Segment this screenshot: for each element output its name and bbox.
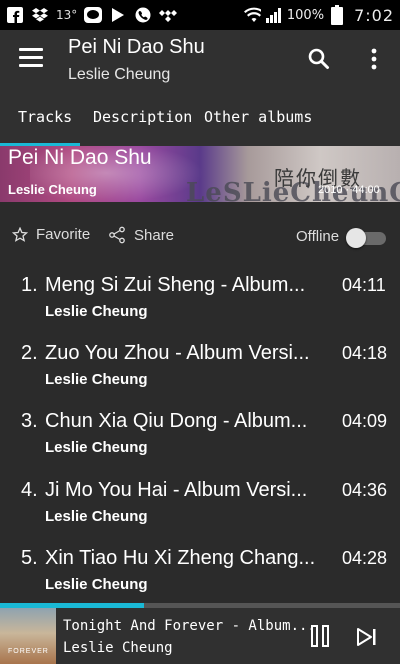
banner-meta: 2010 · 44:00 (318, 184, 380, 196)
track-number: 3. (21, 410, 38, 432)
track-row[interactable]: 5. Xin Tiao Hu Xi Zheng Chang... Leslie … (0, 535, 400, 603)
track-duration: 04:18 (342, 343, 388, 363)
share-icon (109, 226, 125, 244)
tab-description[interactable]: Description (93, 108, 192, 126)
mini-player[interactable]: FOREVER Tonight And Forever - Album... L… (0, 608, 400, 664)
track-duration: 04:11 (342, 275, 386, 295)
next-track-button[interactable] (356, 626, 378, 648)
temperature-text: 13° (56, 8, 78, 22)
clock: 7:02 (354, 5, 394, 25)
offline-toggle[interactable] (346, 228, 388, 248)
app-bar: Pei Ni Dao Shu Leslie Cheung (0, 30, 400, 90)
track-number: 5. (21, 547, 38, 569)
track-row[interactable]: 2. Zuo You Zhou - Album Versi... Leslie … (0, 330, 400, 398)
status-bar: 13° 100% 7:02 (0, 0, 400, 30)
wifi-icon (243, 6, 261, 24)
battery-icon (328, 5, 346, 25)
search-icon (308, 48, 329, 69)
facebook-icon (6, 6, 24, 24)
signal-icon (265, 6, 283, 24)
pause-button[interactable] (310, 624, 330, 648)
banner-artist: Leslie Cheung (8, 182, 97, 197)
track-number: 1. (21, 274, 38, 296)
skip-next-icon (357, 628, 376, 646)
page-title: Pei Ni Dao Shu (68, 36, 205, 58)
battery-percent: 100% (286, 7, 325, 23)
track-duration: 04:36 (342, 480, 388, 500)
tab-other-albums[interactable]: Other albums (204, 108, 312, 126)
track-duration: 04:28 (342, 548, 388, 568)
track-number: 2. (21, 342, 38, 364)
search-button[interactable] (306, 46, 332, 72)
play-store-icon (109, 6, 127, 24)
dropbox-icon (31, 6, 49, 24)
track-number: 4. (21, 479, 38, 501)
album-art-text: FOREVER (8, 648, 49, 655)
track-title: Ji Mo You Hai - Album Versi... (45, 479, 308, 501)
star-outline-icon (12, 226, 28, 242)
pause-icon (311, 625, 329, 647)
track-row[interactable]: 3. Chun Xia Qiu Dong - Album... Leslie C… (0, 398, 400, 466)
tidal-icon (159, 6, 178, 24)
hamburger-icon (19, 48, 43, 67)
toggle-thumb (346, 228, 366, 248)
album-art: FOREVER (0, 608, 56, 664)
menu-button[interactable] (19, 48, 43, 70)
track-artist: Leslie Cheung (45, 303, 148, 320)
track-title: Zuo You Zhou - Album Versi... (45, 342, 310, 364)
track-title: Xin Tiao Hu Xi Zheng Chang... (45, 547, 316, 569)
more-options-button[interactable] (364, 46, 384, 72)
tab-tracks[interactable]: Tracks (18, 108, 72, 126)
track-row[interactable]: 1. Meng Si Zui Sheng - Album... Leslie C… (0, 262, 400, 330)
more-vertical-icon (371, 48, 377, 70)
favorite-label: Favorite (36, 226, 91, 243)
share-button[interactable]: Share (108, 226, 174, 244)
share-label: Share (134, 226, 175, 244)
track-artist: Leslie Cheung (45, 439, 148, 456)
track-title: Meng Si Zui Sheng - Album... (45, 274, 306, 296)
tab-bar: Tracks Description Other albums (0, 90, 400, 146)
now-playing-artist: Leslie Cheung (63, 640, 173, 656)
album-actions: Favorite Share Offline (0, 218, 400, 258)
line-icon (84, 6, 103, 24)
track-artist: Leslie Cheung (45, 508, 148, 525)
now-playing-title: Tonight And Forever - Album... (63, 618, 316, 634)
track-title: Chun Xia Qiu Dong - Album... (45, 410, 308, 432)
album-banner: LeSLieCheunG 陪你倒數 Pei Ni Dao Shu Leslie … (0, 146, 400, 202)
track-artist: Leslie Cheung (45, 576, 148, 593)
track-duration: 04:09 (342, 411, 388, 431)
offline-label: Offline (296, 228, 340, 245)
banner-album-title: Pei Ni Dao Shu (8, 146, 152, 169)
favorite-button[interactable]: Favorite (12, 226, 90, 243)
page-subtitle: Leslie Cheung (68, 66, 171, 83)
track-artist: Leslie Cheung (45, 371, 148, 388)
viber-icon (134, 6, 152, 24)
track-row[interactable]: 4. Ji Mo You Hai - Album Versi... Leslie… (0, 467, 400, 535)
